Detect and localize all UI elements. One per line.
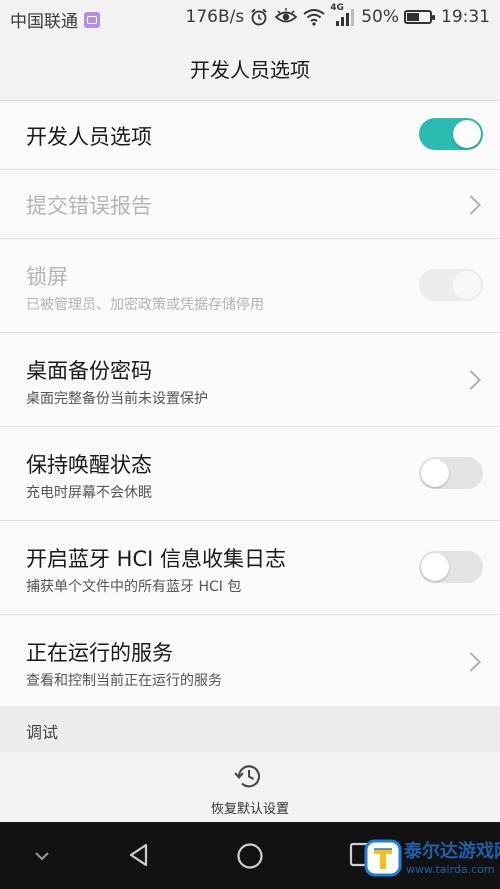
hide-nav-chevron-icon[interactable] bbox=[33, 850, 51, 862]
row-title: 锁屏 bbox=[26, 265, 68, 289]
watermark-logo: 泰尔达游戏网 www.tairda.com bbox=[364, 835, 500, 887]
row-subtitle: 桌面完整备份当前未设置保护 bbox=[26, 391, 208, 407]
bluetooth-hci-log-row[interactable]: 开启蓝牙 HCI 信息收集日志 捕获单个文件中的所有蓝牙 HCI 包 bbox=[0, 521, 500, 615]
cell-signal: 4G bbox=[330, 3, 356, 27]
chevron-right-icon bbox=[461, 370, 481, 390]
desktop-backup-password-row[interactable]: 桌面备份密码 桌面完整备份当前未设置保护 bbox=[0, 333, 500, 427]
network-speed: 176B/s bbox=[185, 7, 245, 27]
clock: 19:31 bbox=[441, 7, 490, 27]
row-subtitle: 捕获单个文件中的所有蓝牙 HCI 包 bbox=[26, 579, 242, 595]
watermark-text: 泰尔达游戏网 bbox=[404, 841, 500, 862]
section-header-label: 调试 bbox=[26, 723, 59, 742]
chevron-right-icon bbox=[461, 652, 481, 672]
back-icon[interactable] bbox=[126, 842, 152, 868]
toggle-knob bbox=[453, 120, 481, 148]
row-title: 提交错误报告 bbox=[26, 194, 152, 218]
home-icon[interactable] bbox=[236, 842, 264, 870]
carrier-name: 中国联通 bbox=[10, 12, 78, 32]
watermark-url: www.tairda.com bbox=[406, 863, 495, 876]
toggle-knob bbox=[421, 553, 449, 581]
settings-list: 开发人员选项 提交错误报告 锁屏 已被管理员、加密政策或凭据存储停用 桌面备份密… bbox=[0, 101, 500, 708]
title-bar: 开发人员选项 bbox=[0, 36, 500, 101]
battery-percent: 50% bbox=[361, 7, 399, 27]
page-title: 开发人员选项 bbox=[190, 57, 310, 82]
row-subtitle: 查看和控制当前正在运行的服务 bbox=[26, 673, 222, 689]
status-bar: 中国联通 176B/s 4G 50% 19:31 bbox=[0, 0, 500, 36]
restore-history-icon[interactable] bbox=[233, 760, 265, 792]
wifi-icon bbox=[303, 9, 325, 26]
submit-bug-report-row: 提交错误报告 bbox=[0, 170, 500, 239]
lock-screen-toggle bbox=[419, 269, 483, 301]
row-title: 桌面备份密码 bbox=[26, 359, 152, 383]
running-services-row[interactable]: 正在运行的服务 查看和控制当前正在运行的服务 bbox=[0, 615, 500, 708]
signal-icon bbox=[336, 9, 355, 26]
stay-awake-toggle[interactable] bbox=[419, 457, 483, 489]
row-title: 开发人员选项 bbox=[26, 125, 152, 149]
gallery-notification-icon bbox=[84, 11, 100, 28]
watermark-logo-icon bbox=[364, 839, 402, 877]
restore-defaults-button[interactable]: 恢复默认设置 bbox=[0, 798, 500, 817]
developer-options-row[interactable]: 开发人员选项 bbox=[0, 101, 500, 170]
section-header-debugging: 调试 bbox=[0, 706, 500, 753]
eye-comfort-icon bbox=[274, 8, 298, 23]
row-subtitle: 已被管理员、加密政策或凭据存储停用 bbox=[26, 297, 264, 313]
developer-options-toggle[interactable] bbox=[419, 118, 483, 150]
row-title: 正在运行的服务 bbox=[26, 641, 173, 665]
bluetooth-hci-log-toggle[interactable] bbox=[419, 551, 483, 583]
stay-awake-row[interactable]: 保持唤醒状态 充电时屏幕不会休眠 bbox=[0, 427, 500, 521]
lock-screen-row: 锁屏 已被管理员、加密政策或凭据存储停用 bbox=[0, 239, 500, 333]
row-title: 开启蓝牙 HCI 信息收集日志 bbox=[26, 547, 286, 571]
row-title: 保持唤醒状态 bbox=[26, 453, 152, 477]
toggle-knob bbox=[421, 459, 449, 487]
row-subtitle: 充电时屏幕不会休眠 bbox=[26, 485, 152, 501]
battery-icon bbox=[404, 10, 435, 24]
toggle-knob bbox=[453, 271, 481, 299]
chevron-right-icon bbox=[461, 195, 481, 215]
alarm-icon bbox=[251, 8, 267, 26]
